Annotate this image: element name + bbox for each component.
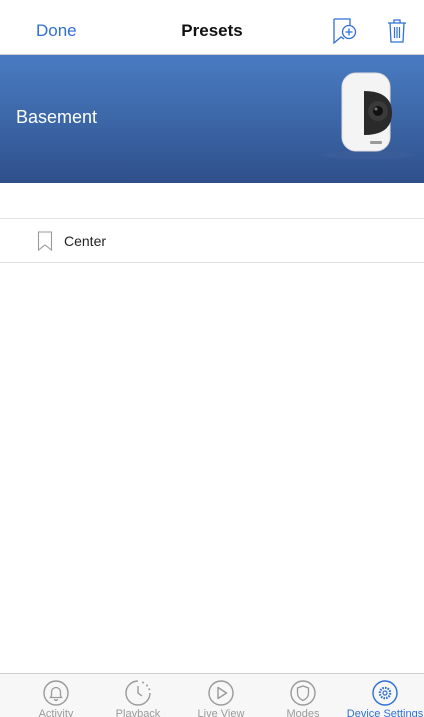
delete-preset-button[interactable] [384, 17, 410, 45]
bookmark-icon [37, 231, 53, 251]
camera-name: Basement [16, 107, 98, 127]
tab-device-settings[interactable]: Device Settings [343, 674, 424, 717]
preset-label: Center [64, 233, 107, 249]
trash-icon [388, 19, 406, 43]
add-preset-button[interactable] [331, 17, 357, 45]
shield-icon [290, 680, 316, 706]
tab-modes[interactable]: Modes [261, 674, 345, 717]
clock-icon [125, 680, 151, 706]
preset-row-center[interactable]: Center [0, 219, 424, 263]
tab-playback[interactable]: Playback [96, 674, 180, 717]
camera-image [320, 72, 416, 159]
navigation-bar: Done Presets [0, 0, 424, 55]
bell-icon [43, 680, 69, 706]
tab-live-view[interactable]: Live View [179, 674, 263, 717]
gear-icon [372, 680, 398, 706]
tab-activity[interactable]: Activity [14, 674, 98, 717]
page-title: Presets [181, 21, 243, 40]
tab-bar: Activity Playback Live View Modes Device… [0, 673, 424, 717]
add-bookmark-icon [333, 18, 357, 45]
play-icon [208, 680, 234, 706]
section-spacer [0, 184, 424, 219]
camera-banner: Basement [0, 55, 424, 183]
